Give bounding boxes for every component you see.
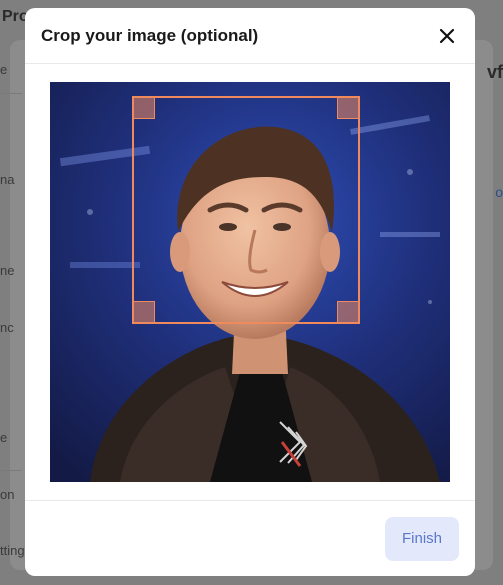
background-label: on bbox=[0, 487, 15, 502]
crop-image-area[interactable] bbox=[50, 82, 450, 482]
background-divider bbox=[0, 470, 22, 471]
crop-handle-top-left[interactable] bbox=[133, 97, 155, 119]
crop-selection-box[interactable] bbox=[132, 96, 360, 324]
crop-image-modal: Crop your image (optional) Finish bbox=[25, 8, 475, 576]
modal-title: Crop your image (optional) bbox=[41, 25, 259, 45]
crop-handle-bottom-right[interactable] bbox=[337, 301, 359, 323]
background-divider bbox=[0, 93, 22, 94]
modal-header: Crop your image (optional) bbox=[25, 8, 475, 64]
crop-handle-top-right[interactable] bbox=[337, 97, 359, 119]
background-label: nc bbox=[0, 320, 14, 335]
background-label: e bbox=[0, 430, 8, 445]
modal-footer: Finish bbox=[25, 500, 475, 576]
background-label: ne bbox=[0, 263, 15, 278]
background-heading: vf bbox=[486, 62, 503, 82]
background-link: o bbox=[495, 184, 503, 200]
close-button[interactable] bbox=[435, 24, 459, 48]
background-label: na bbox=[0, 172, 15, 187]
close-icon bbox=[439, 28, 455, 43]
crop-handle-bottom-left[interactable] bbox=[133, 301, 155, 323]
finish-button[interactable]: Finish bbox=[385, 516, 459, 561]
background-label: e bbox=[0, 62, 8, 77]
